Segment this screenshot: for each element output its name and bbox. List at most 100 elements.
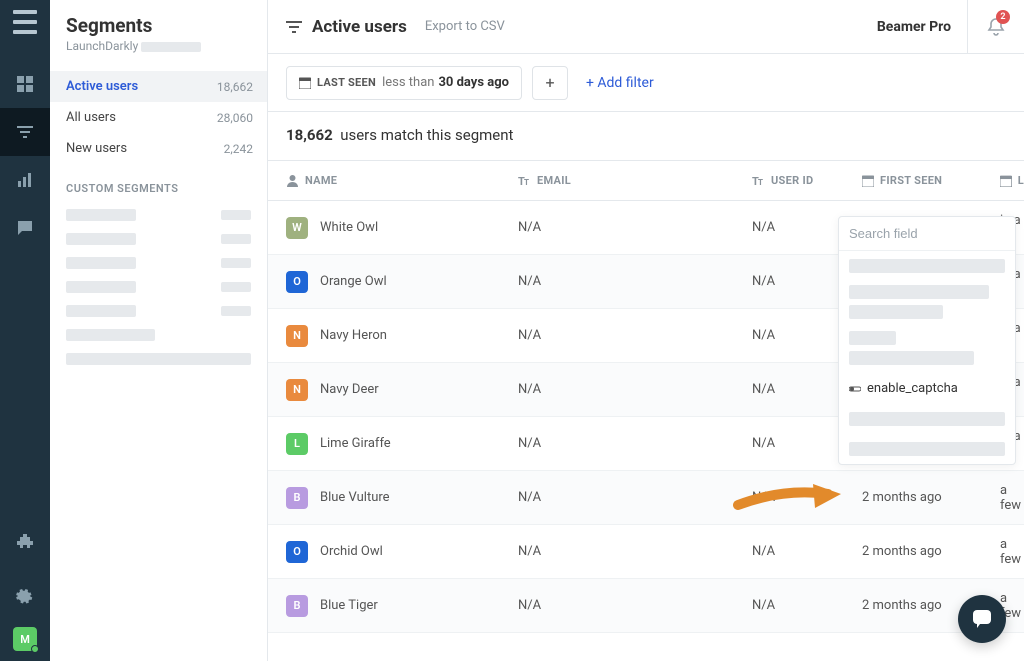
user-name: Lime Giraffe xyxy=(320,436,391,451)
user-name: Orange Owl xyxy=(320,274,387,289)
rail-user-avatar[interactable]: M xyxy=(13,627,37,651)
custom-segment-redacted[interactable] xyxy=(50,203,267,227)
user-name: Blue Vulture xyxy=(320,490,390,505)
app-logo xyxy=(13,10,37,34)
cell-last-seen: a few xyxy=(982,537,1024,567)
svg-text:T: T xyxy=(758,178,763,187)
field-picker-popover: enable_captcha xyxy=(838,216,1016,465)
rail-nav-settings[interactable] xyxy=(0,573,50,621)
rail-nav-plugins[interactable] xyxy=(0,519,50,567)
table-row[interactable]: OOrchid OwlN/AN/A2 months agoa few xyxy=(268,525,1024,579)
table-row[interactable]: BBlue TigerN/AN/A2 months agoa few xyxy=(268,579,1024,633)
user-avatar: N xyxy=(286,325,308,347)
field-option-redacted[interactable] xyxy=(839,327,1015,373)
add-filter-link[interactable]: + Add filter xyxy=(586,75,654,91)
sidebar-subtitle: LaunchDarkly xyxy=(66,39,267,53)
custom-segment-redacted[interactable] xyxy=(50,251,267,275)
custom-segments-label: CUSTOM SEGMENTS xyxy=(50,164,267,203)
field-option-enable-captcha[interactable]: enable_captcha xyxy=(839,373,1015,404)
segment-row-all-users[interactable]: All users 28,060 xyxy=(50,102,267,133)
person-icon xyxy=(286,174,299,187)
cell-first-seen: 2 months ago xyxy=(844,544,982,559)
text-icon: TT xyxy=(752,174,765,187)
user-name: Navy Heron xyxy=(320,328,387,343)
cell-userid: N/A xyxy=(734,220,844,235)
cell-email: N/A xyxy=(500,544,734,559)
export-csv-link[interactable]: Export to CSV xyxy=(425,19,505,34)
user-avatar: L xyxy=(286,433,308,455)
cell-email: N/A xyxy=(500,436,734,451)
rail-nav-segments[interactable] xyxy=(0,108,50,156)
cell-last-seen: a few xyxy=(982,483,1024,513)
custom-segment-redacted[interactable] xyxy=(50,347,267,371)
user-avatar: B xyxy=(286,487,308,509)
user-avatar: N xyxy=(286,379,308,401)
cell-email: N/A xyxy=(500,328,734,343)
avatar-initial: M xyxy=(20,633,30,646)
cell-userid: N/A xyxy=(734,490,844,505)
field-option-redacted[interactable] xyxy=(839,251,1015,281)
table-header: NAME TT EMAIL TT USER ID FIRST SEEN L xyxy=(268,161,1024,201)
rail-nav-feedback[interactable] xyxy=(0,204,50,252)
svg-text:T: T xyxy=(524,178,529,187)
current-segment-name: Active users xyxy=(312,17,407,37)
user-name: Blue Tiger xyxy=(320,598,378,613)
custom-segment-redacted[interactable] xyxy=(50,323,267,347)
segment-row-active-users[interactable]: Active users 18,662 xyxy=(50,71,267,102)
topbar: Active users Export to CSV Beamer Pro 2 xyxy=(268,0,1024,54)
calendar-icon xyxy=(1000,175,1012,187)
match-count: 18,662 xyxy=(286,126,333,144)
field-search-input[interactable] xyxy=(849,226,1005,241)
custom-segments-list xyxy=(50,203,267,371)
user-avatar: B xyxy=(286,595,308,617)
rail-nav-dashboard[interactable] xyxy=(0,60,50,108)
sidebar-title: Segments xyxy=(66,14,267,37)
plan-badge[interactable]: Beamer Pro xyxy=(877,19,951,35)
user-avatar: O xyxy=(286,541,308,563)
redacted xyxy=(141,42,201,52)
cell-userid: N/A xyxy=(734,274,844,289)
custom-segment-redacted[interactable] xyxy=(50,299,267,323)
cell-email: N/A xyxy=(500,220,734,235)
field-option-redacted[interactable] xyxy=(839,404,1015,434)
cell-userid: N/A xyxy=(734,328,844,343)
cell-userid: N/A xyxy=(734,544,844,559)
field-option-redacted[interactable] xyxy=(839,434,1015,464)
cell-email: N/A xyxy=(500,382,734,397)
filter-bar: LAST SEEN less than 30 days ago + + Add … xyxy=(268,54,1024,112)
field-option-redacted[interactable] xyxy=(839,281,1015,327)
cell-email: N/A xyxy=(500,598,734,613)
cell-email: N/A xyxy=(500,274,734,289)
filter-icon xyxy=(286,19,302,35)
match-count-bar: 18,662 users match this segment xyxy=(268,112,1024,161)
user-avatar: O xyxy=(286,271,308,293)
presence-dot xyxy=(31,645,39,653)
nav-rail: M xyxy=(0,0,50,661)
custom-segment-redacted[interactable] xyxy=(50,227,267,251)
filter-pill-last-seen[interactable]: LAST SEEN less than 30 days ago xyxy=(286,66,522,100)
calendar-icon xyxy=(299,77,311,89)
chat-icon xyxy=(970,607,994,631)
cell-userid: N/A xyxy=(734,598,844,613)
user-name: White Owl xyxy=(320,220,378,235)
user-name: Orchid Owl xyxy=(320,544,383,559)
users-table: NAME TT EMAIL TT USER ID FIRST SEEN L WW… xyxy=(268,161,1024,661)
intercom-launcher[interactable] xyxy=(958,595,1006,643)
segment-row-new-users[interactable]: New users 2,242 xyxy=(50,133,267,164)
notification-count: 2 xyxy=(996,10,1010,24)
cell-email: N/A xyxy=(500,490,734,505)
add-filter-plus-button[interactable]: + xyxy=(532,66,568,100)
main-panel: Active users Export to CSV Beamer Pro 2 … xyxy=(268,0,1024,661)
segments-sidebar: Segments LaunchDarkly Active users 18,66… xyxy=(50,0,268,661)
calendar-icon xyxy=(862,175,874,187)
custom-segment-redacted[interactable] xyxy=(50,275,267,299)
rail-nav-analytics[interactable] xyxy=(0,156,50,204)
table-row[interactable]: BBlue VultureN/AN/A2 months agoa few xyxy=(268,471,1024,525)
notifications-button[interactable]: 2 xyxy=(967,0,1006,53)
toggle-icon xyxy=(849,383,861,395)
cell-userid: N/A xyxy=(734,436,844,451)
user-avatar: W xyxy=(286,217,308,239)
user-name: Navy Deer xyxy=(320,382,379,397)
text-icon: TT xyxy=(518,174,531,187)
cell-first-seen: 2 months ago xyxy=(844,490,982,505)
